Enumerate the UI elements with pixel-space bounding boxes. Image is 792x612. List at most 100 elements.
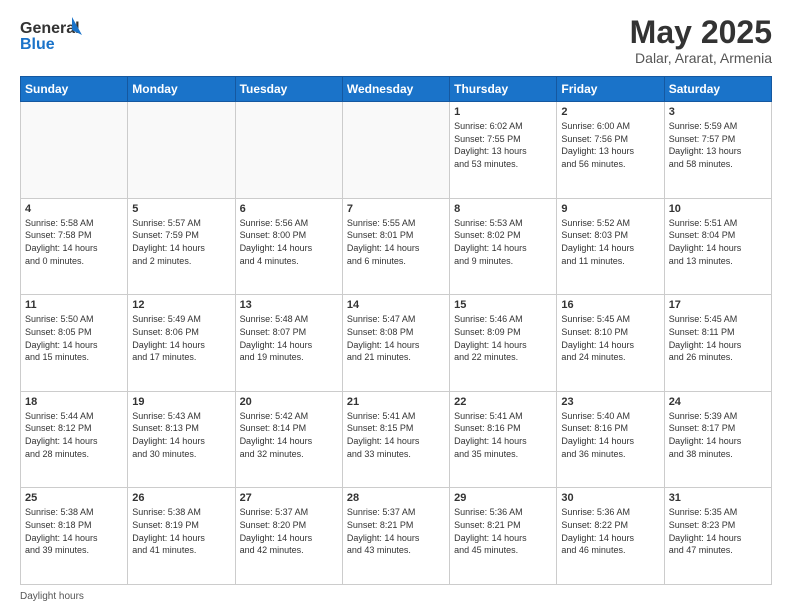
calendar-cell: 13Sunrise: 5:48 AM Sunset: 8:07 PM Dayli… bbox=[235, 295, 342, 392]
day-info: Sunrise: 5:53 AM Sunset: 8:02 PM Dayligh… bbox=[454, 217, 552, 267]
day-info: Sunrise: 5:36 AM Sunset: 8:22 PM Dayligh… bbox=[561, 506, 659, 556]
header-day-tuesday: Tuesday bbox=[235, 77, 342, 102]
day-number: 31 bbox=[669, 492, 767, 504]
calendar-body: 1 Sunrise: 6:02 AM Sunset: 7:55 PM Daylig… bbox=[21, 102, 772, 585]
day-info: Sunrise: 5:50 AM Sunset: 8:05 PM Dayligh… bbox=[25, 313, 123, 363]
day-info: Sunrise: 5:57 AM Sunset: 7:59 PM Dayligh… bbox=[132, 217, 230, 267]
calendar-cell: 17 Sunrise: 5:45 AM Sunset: 8:11 PM Dayli… bbox=[664, 295, 771, 392]
day-info: Sunrise: 5:36 AM Sunset: 8:21 PM Dayligh… bbox=[454, 506, 552, 556]
logo: GeneralBlue bbox=[20, 15, 90, 55]
day-info: Sunrise: 5:39 AM Sunset: 8:17 PM Dayligh… bbox=[669, 410, 767, 460]
week-row-1: 4 Sunrise: 5:58 AM Sunset: 7:58 PM Daylig… bbox=[21, 198, 772, 295]
day-info: Sunrise: 5:41 AM Sunset: 8:15 PM Dayligh… bbox=[347, 410, 445, 460]
day-number: 12 bbox=[132, 299, 230, 311]
day-number: 27 bbox=[240, 492, 338, 504]
calendar-cell: 12 Sunrise: 5:49 AM Sunset: 8:06 PM Dayli… bbox=[128, 295, 235, 392]
day-number: 18 bbox=[25, 396, 123, 408]
header-day-thursday: Thursday bbox=[450, 77, 557, 102]
day-number: 16 bbox=[561, 299, 659, 311]
day-info: Sunrise: 5:56 AM Sunset: 8:00 PM Dayligh… bbox=[240, 217, 338, 267]
svg-text:Blue: Blue bbox=[20, 36, 55, 53]
calendar-cell: 15Sunrise: 5:46 AM Sunset: 8:09 PM Dayli… bbox=[450, 295, 557, 392]
day-info: Sunrise: 5:43 AM Sunset: 8:13 PM Dayligh… bbox=[132, 410, 230, 460]
calendar-cell: 6 Sunrise: 5:56 AM Sunset: 8:00 PM Daylig… bbox=[235, 198, 342, 295]
day-info: Sunrise: 5:35 AM Sunset: 8:23 PM Dayligh… bbox=[669, 506, 767, 556]
calendar-cell: 11 Sunrise: 5:50 AM Sunset: 8:05 PM Dayli… bbox=[21, 295, 128, 392]
day-number: 26 bbox=[132, 492, 230, 504]
day-number: 2 bbox=[561, 106, 659, 118]
title-block: May 2025 Dalar, Ararat, Armenia bbox=[630, 15, 772, 66]
calendar-cell: 8Sunrise: 5:53 AM Sunset: 8:02 PM Daylig… bbox=[450, 198, 557, 295]
page: GeneralBlue May 2025 Dalar, Ararat, Arme… bbox=[0, 0, 792, 612]
calendar-cell: 31 Sunrise: 5:35 AM Sunset: 8:23 PM Dayli… bbox=[664, 488, 771, 585]
page-subtitle: Dalar, Ararat, Armenia bbox=[630, 50, 772, 66]
calendar-cell: 24 Sunrise: 5:39 AM Sunset: 8:17 PM Dayli… bbox=[664, 391, 771, 488]
day-info: Sunrise: 5:51 AM Sunset: 8:04 PM Dayligh… bbox=[669, 217, 767, 267]
calendar-cell: 10 Sunrise: 5:51 AM Sunset: 8:04 PM Dayli… bbox=[664, 198, 771, 295]
day-info: Sunrise: 5:40 AM Sunset: 8:16 PM Dayligh… bbox=[561, 410, 659, 460]
header: GeneralBlue May 2025 Dalar, Ararat, Arme… bbox=[20, 15, 772, 66]
calendar-header: SundayMondayTuesdayWednesdayThursdayFrid… bbox=[21, 77, 772, 102]
day-info: Sunrise: 5:41 AM Sunset: 8:16 PM Dayligh… bbox=[454, 410, 552, 460]
day-number: 20 bbox=[240, 396, 338, 408]
day-number: 3 bbox=[669, 106, 767, 118]
day-info: Sunrise: 6:02 AM Sunset: 7:55 PM Dayligh… bbox=[454, 120, 552, 170]
calendar-cell: 18 Sunrise: 5:44 AM Sunset: 8:12 PM Dayli… bbox=[21, 391, 128, 488]
day-number: 23 bbox=[561, 396, 659, 408]
week-row-0: 1 Sunrise: 6:02 AM Sunset: 7:55 PM Daylig… bbox=[21, 102, 772, 199]
calendar-cell: 22 Sunrise: 5:41 AM Sunset: 8:16 PM Dayli… bbox=[450, 391, 557, 488]
header-row: SundayMondayTuesdayWednesdayThursdayFrid… bbox=[21, 77, 772, 102]
day-number: 14 bbox=[347, 299, 445, 311]
footer-note: Daylight hours bbox=[20, 591, 772, 602]
calendar-table: SundayMondayTuesdayWednesdayThursdayFrid… bbox=[20, 76, 772, 585]
day-number: 17 bbox=[669, 299, 767, 311]
day-number: 7 bbox=[347, 203, 445, 215]
week-row-4: 25Sunrise: 5:38 AM Sunset: 8:18 PM Dayli… bbox=[21, 488, 772, 585]
day-info: Sunrise: 6:00 AM Sunset: 7:56 PM Dayligh… bbox=[561, 120, 659, 170]
day-info: Sunrise: 5:37 AM Sunset: 8:20 PM Dayligh… bbox=[240, 506, 338, 556]
calendar-cell: 28Sunrise: 5:37 AM Sunset: 8:21 PM Dayli… bbox=[342, 488, 449, 585]
calendar-cell: 2 Sunrise: 6:00 AM Sunset: 7:56 PM Daylig… bbox=[557, 102, 664, 199]
calendar-cell bbox=[342, 102, 449, 199]
day-number: 10 bbox=[669, 203, 767, 215]
calendar-cell: 20 Sunrise: 5:42 AM Sunset: 8:14 PM Dayli… bbox=[235, 391, 342, 488]
day-info: Sunrise: 5:42 AM Sunset: 8:14 PM Dayligh… bbox=[240, 410, 338, 460]
day-info: Sunrise: 5:58 AM Sunset: 7:58 PM Dayligh… bbox=[25, 217, 123, 267]
day-info: Sunrise: 5:44 AM Sunset: 8:12 PM Dayligh… bbox=[25, 410, 123, 460]
calendar-cell bbox=[235, 102, 342, 199]
calendar-cell: 30 Sunrise: 5:36 AM Sunset: 8:22 PM Dayli… bbox=[557, 488, 664, 585]
day-info: Sunrise: 5:55 AM Sunset: 8:01 PM Dayligh… bbox=[347, 217, 445, 267]
day-number: 1 bbox=[454, 106, 552, 118]
header-day-friday: Friday bbox=[557, 77, 664, 102]
day-number: 6 bbox=[240, 203, 338, 215]
calendar-cell: 16Sunrise: 5:45 AM Sunset: 8:10 PM Dayli… bbox=[557, 295, 664, 392]
calendar-cell bbox=[128, 102, 235, 199]
day-number: 22 bbox=[454, 396, 552, 408]
day-number: 4 bbox=[25, 203, 123, 215]
calendar-cell: 23 Sunrise: 5:40 AM Sunset: 8:16 PM Dayli… bbox=[557, 391, 664, 488]
calendar-cell: 7 Sunrise: 5:55 AM Sunset: 8:01 PM Daylig… bbox=[342, 198, 449, 295]
day-number: 29 bbox=[454, 492, 552, 504]
svg-text:General: General bbox=[20, 20, 80, 37]
page-title: May 2025 bbox=[630, 15, 772, 50]
day-number: 28 bbox=[347, 492, 445, 504]
calendar-cell: 26Sunrise: 5:38 AM Sunset: 8:19 PM Dayli… bbox=[128, 488, 235, 585]
day-info: Sunrise: 5:45 AM Sunset: 8:11 PM Dayligh… bbox=[669, 313, 767, 363]
day-number: 24 bbox=[669, 396, 767, 408]
header-day-monday: Monday bbox=[128, 77, 235, 102]
header-day-sunday: Sunday bbox=[21, 77, 128, 102]
day-number: 30 bbox=[561, 492, 659, 504]
day-number: 21 bbox=[347, 396, 445, 408]
day-info: Sunrise: 5:38 AM Sunset: 8:18 PM Dayligh… bbox=[25, 506, 123, 556]
calendar-cell: 5 Sunrise: 5:57 AM Sunset: 7:59 PM Daylig… bbox=[128, 198, 235, 295]
day-number: 15 bbox=[454, 299, 552, 311]
calendar-cell: 25Sunrise: 5:38 AM Sunset: 8:18 PM Dayli… bbox=[21, 488, 128, 585]
day-number: 19 bbox=[132, 396, 230, 408]
day-number: 5 bbox=[132, 203, 230, 215]
day-info: Sunrise: 5:49 AM Sunset: 8:06 PM Dayligh… bbox=[132, 313, 230, 363]
calendar-cell: 4 Sunrise: 5:58 AM Sunset: 7:58 PM Daylig… bbox=[21, 198, 128, 295]
calendar-cell: 9Sunrise: 5:52 AM Sunset: 8:03 PM Daylig… bbox=[557, 198, 664, 295]
day-number: 11 bbox=[25, 299, 123, 311]
day-info: Sunrise: 5:47 AM Sunset: 8:08 PM Dayligh… bbox=[347, 313, 445, 363]
day-info: Sunrise: 5:48 AM Sunset: 8:07 PM Dayligh… bbox=[240, 313, 338, 363]
